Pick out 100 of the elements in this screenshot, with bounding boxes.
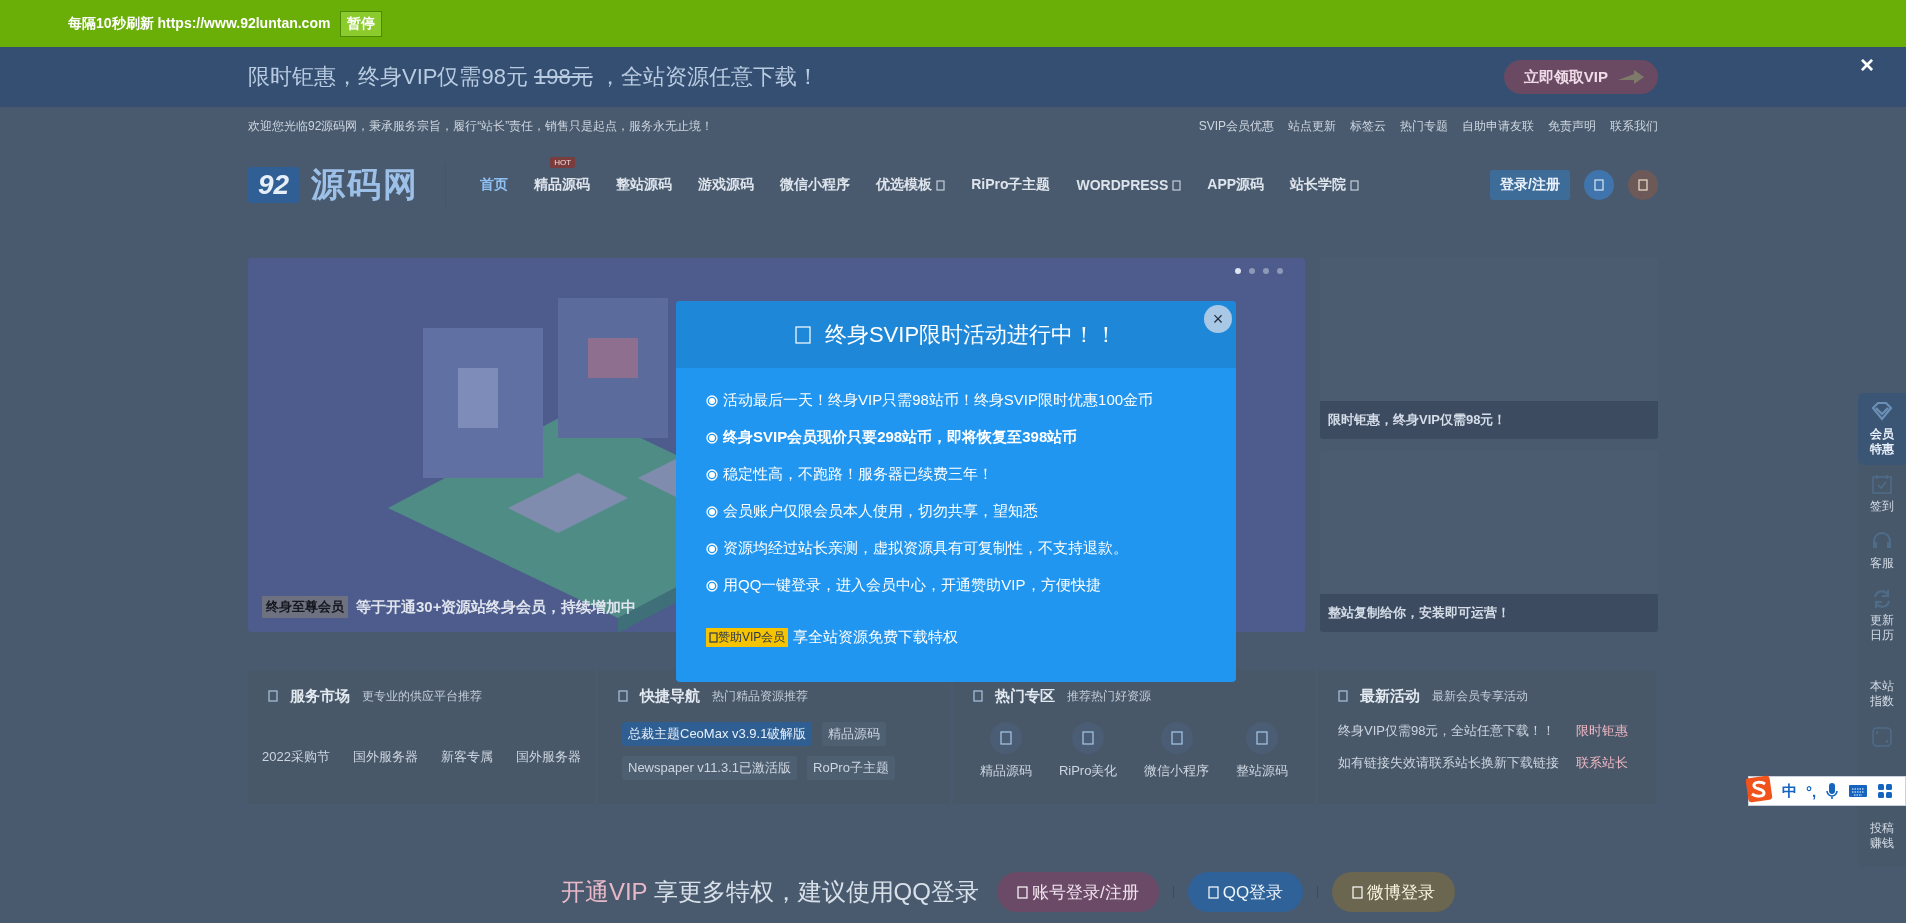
tag-link[interactable]: Newspaper v11.3.1已激活版 xyxy=(622,756,798,780)
news-link[interactable]: 如有链接失效请联系站长换新下载链接 xyxy=(1338,754,1559,772)
slide-dot[interactable] xyxy=(1277,268,1283,274)
nav-item[interactable]: 站长学院 xyxy=(1290,176,1360,194)
section-title: 最新活动 xyxy=(1360,686,1420,706)
arrow-icon xyxy=(1616,68,1646,86)
nav-item[interactable]: 首页 xyxy=(480,176,509,194)
card-caption: 限时钜惠，终身VIP仅需98元！ xyxy=(1320,401,1658,439)
top-link[interactable]: 免责声明 xyxy=(1548,117,1596,135)
square-icon xyxy=(618,690,628,702)
round-button[interactable] xyxy=(1584,170,1614,200)
news-tag[interactable]: 限时钜惠 xyxy=(1576,722,1628,740)
bullet-icon xyxy=(706,394,718,407)
get-vip-button[interactable]: 立即领取VIP xyxy=(1503,60,1658,94)
modal-title: 终身SVIP限时活动进行中！！ xyxy=(824,320,1118,349)
sidebar-label: 会员特惠 xyxy=(1869,427,1895,457)
bullet-icon xyxy=(706,468,718,481)
square-icon xyxy=(936,179,946,191)
card-caption: 整站复制给你，安装即可运营！ xyxy=(1320,594,1658,632)
top-link[interactable]: SVIP会员优惠 xyxy=(1198,117,1274,135)
nav-item[interactable]: APP源码 xyxy=(1207,176,1265,194)
sidebar-label: 更新日历 xyxy=(1869,613,1895,643)
category-link[interactable]: 整站源码 xyxy=(1235,762,1288,780)
round-button[interactable] xyxy=(1628,170,1658,200)
close-button[interactable]: × xyxy=(1860,53,1874,77)
logo-number[interactable]: 92 xyxy=(248,167,300,203)
square-icon xyxy=(1000,731,1013,745)
section-link[interactable]: 国外服务器 xyxy=(515,748,581,766)
vip-tag[interactable]: 赞助VIP会员 xyxy=(706,628,789,647)
input-mode-toggle[interactable]: 中 xyxy=(1782,781,1797,801)
sidebar-item[interactable]: 本站指数 xyxy=(1858,671,1906,717)
promo-text: ，全站资源任意下载！ xyxy=(598,63,819,91)
login-option-button[interactable]: 微博登录 xyxy=(1332,872,1456,912)
slide-dot[interactable] xyxy=(1263,268,1269,274)
nav-item[interactable]: 优选模板 xyxy=(876,176,946,194)
square-icon xyxy=(973,690,983,702)
bullet-icon xyxy=(706,579,718,592)
old-price: 198元 xyxy=(533,63,593,91)
top-link[interactable]: 热门专题 xyxy=(1400,117,1448,135)
login-button[interactable]: 登录/注册 xyxy=(1490,170,1570,200)
welcome-text: 欢迎您光临92源码网，秉承服务宗旨，履行“站长”责任，销售只是起点，服务永无止境！ xyxy=(248,117,714,135)
sidebar-label: 签到 xyxy=(1869,499,1895,514)
modal-item-text: 活动最后一天！终身VIP只需98站币！终身SVIP限时优惠100金币 xyxy=(723,391,1154,410)
square-icon xyxy=(1350,179,1360,191)
sidebar-item[interactable]: 客服 xyxy=(1858,522,1906,579)
category-icon[interactable] xyxy=(1245,722,1278,754)
square-icon xyxy=(1594,179,1604,191)
section-subtitle: 推荐热门好资源 xyxy=(1067,687,1151,705)
punctuation-toggle[interactable]: °, xyxy=(1806,782,1817,800)
sidebar-item[interactable]: 会员特惠 xyxy=(1858,393,1906,465)
section-link[interactable]: 国外服务器 xyxy=(352,748,418,766)
modal-item-text: 资源均经过站长亲测，虚拟资源具有可复制性，不支持退款。 xyxy=(723,539,1128,558)
nav-item[interactable]: RiPro子主题 xyxy=(971,176,1051,194)
section-link[interactable]: 新客专属 xyxy=(440,748,493,766)
top-link[interactable]: 站点更新 xyxy=(1288,117,1336,135)
tag-link[interactable]: 总裁主题CeoMax v3.9.1破解版 xyxy=(622,722,813,746)
login-option-button[interactable]: 账号登录/注册 xyxy=(996,872,1159,912)
category-icon[interactable] xyxy=(1072,722,1105,754)
category-icon[interactable] xyxy=(990,722,1023,754)
news-tag[interactable]: 联系站长 xyxy=(1576,754,1628,772)
square-icon xyxy=(1170,731,1183,745)
top-link[interactable]: 自助申请友联 xyxy=(1462,117,1534,135)
square-icon xyxy=(1338,690,1348,702)
section-title: 快捷导航 xyxy=(640,686,700,706)
section-subtitle: 更专业的供应平台推荐 xyxy=(362,687,482,705)
slide-dot[interactable] xyxy=(1235,268,1241,274)
section-subtitle: 最新会员专享活动 xyxy=(1432,687,1528,705)
top-link[interactable]: 标签云 xyxy=(1350,117,1386,135)
square-icon xyxy=(1207,885,1219,899)
microphone-icon xyxy=(1825,782,1840,800)
square-icon xyxy=(1255,731,1268,745)
nav-item[interactable]: 整站源码 xyxy=(616,176,673,194)
square-icon xyxy=(1172,179,1182,191)
category-link[interactable]: 微信小程序 xyxy=(1144,762,1210,780)
sidebar-item[interactable]: 更新日历 xyxy=(1858,579,1906,651)
square-icon xyxy=(709,632,718,643)
category-link[interactable]: RiPro美化 xyxy=(1058,762,1118,780)
sidebar-label: 本站指数 xyxy=(1869,679,1895,709)
sidebar-item[interactable]: 投稿赚钱 xyxy=(1858,813,1906,859)
slide-caption: 等于开通30+资源站终身会员，持续增加中 xyxy=(356,597,637,617)
square-icon xyxy=(268,690,278,702)
section-link[interactable]: 2022采购节 xyxy=(262,748,330,766)
modal-item-text: 稳定性高，不跑路！服务器已续费三年！ xyxy=(723,465,993,484)
category-icon[interactable] xyxy=(1160,722,1193,754)
top-link[interactable]: 联系我们 xyxy=(1610,117,1658,135)
slide-dot[interactable] xyxy=(1249,268,1255,274)
tag-link[interactable]: 精品源码 xyxy=(822,722,887,746)
logo-text[interactable]: 源码网 xyxy=(311,162,420,208)
tag-link[interactable]: RoPro子主题 xyxy=(807,756,895,780)
modal-item-text: 用QQ一键登录，进入会员中心，开通赞助VIP，方便快捷 xyxy=(723,576,1101,595)
category-link[interactable]: 精品源码 xyxy=(980,762,1033,780)
nav-item[interactable]: WORDPRESS xyxy=(1076,176,1182,194)
login-option-button[interactable]: QQ登录 xyxy=(1187,872,1304,912)
nav-item[interactable]: 微信小程序 xyxy=(780,176,851,194)
news-link[interactable]: 终身VIP仅需98元，全站任意下载！！ xyxy=(1338,722,1556,740)
vip-benefit-text: 享全站资源免费下载特权 xyxy=(793,628,959,647)
sidebar-item[interactable]: 签到 xyxy=(1858,465,1906,522)
login-hint: 享更多特权，建议使用QQ登录 xyxy=(653,877,979,907)
nav-item[interactable]: 精品源码 xyxy=(534,176,591,194)
nav-item[interactable]: 游戏源码 xyxy=(698,176,755,194)
